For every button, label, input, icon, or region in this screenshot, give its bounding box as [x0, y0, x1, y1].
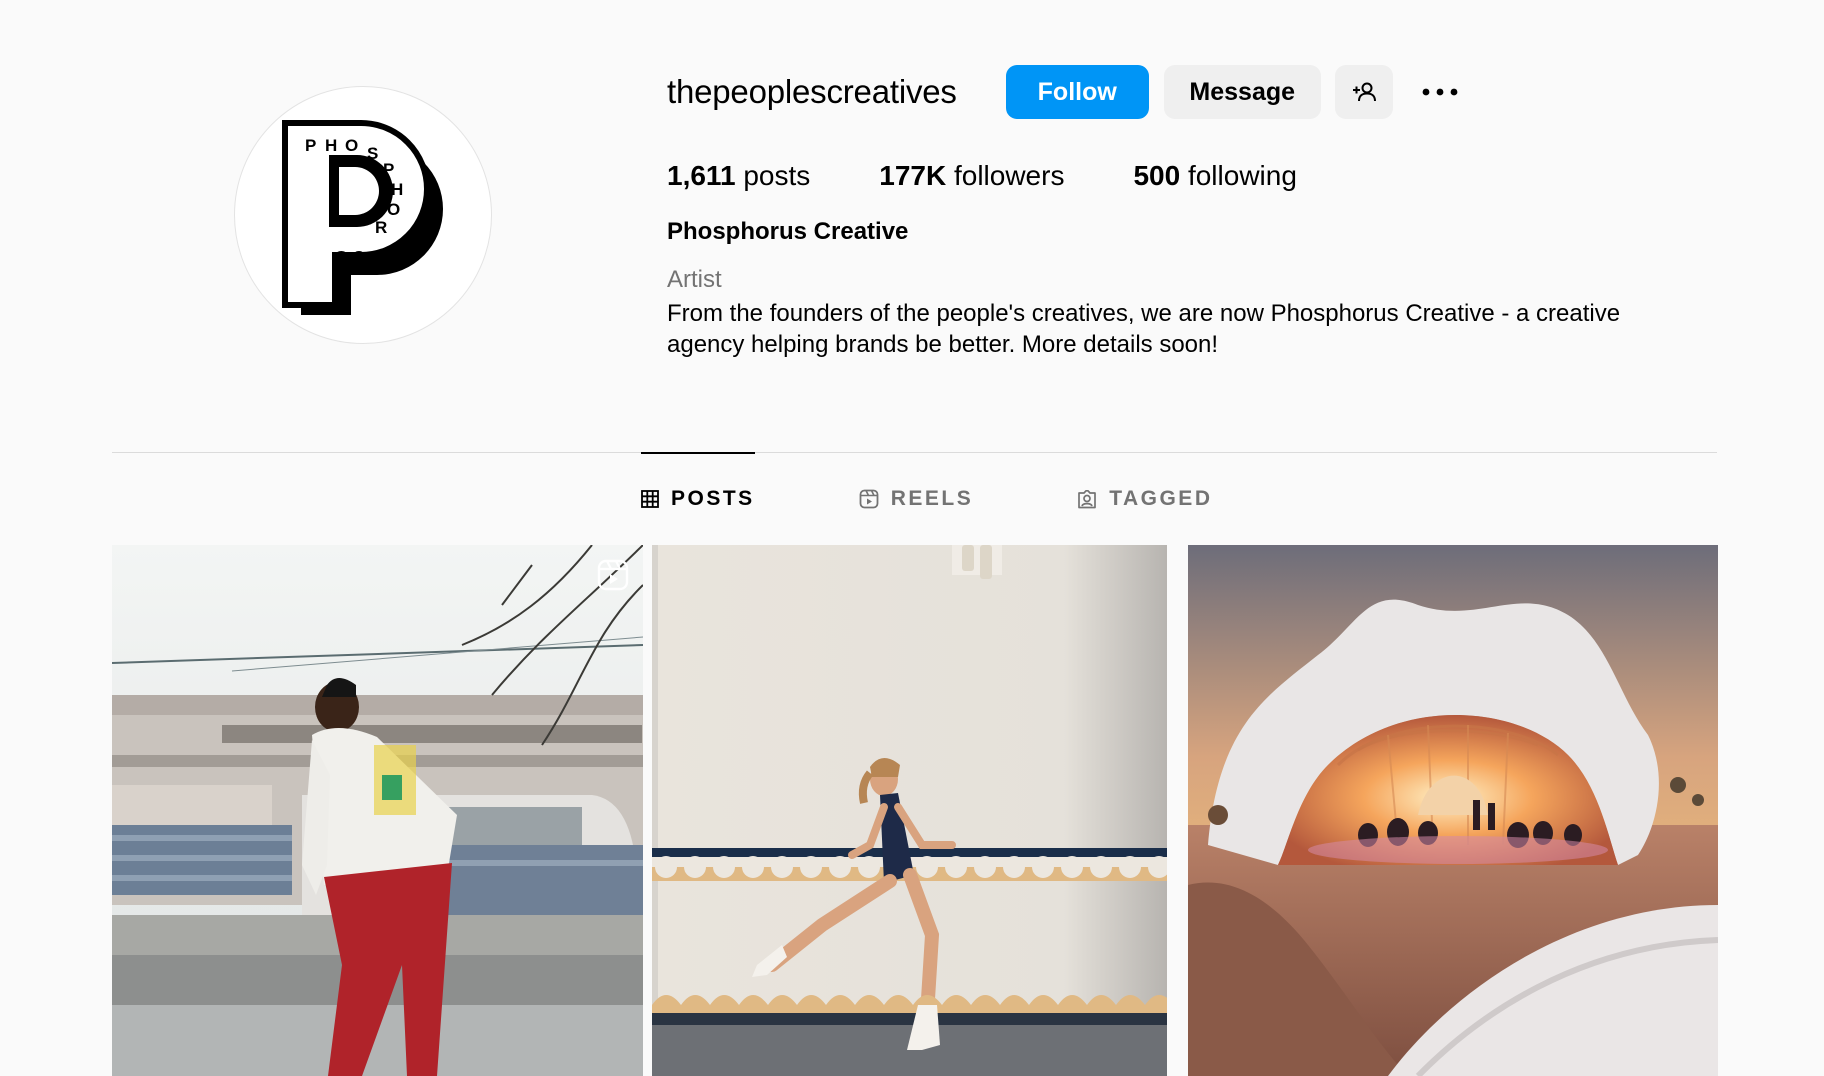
- followers-count: 177K: [879, 160, 947, 191]
- follow-button[interactable]: Follow: [1005, 65, 1149, 119]
- reel-badge-icon: [597, 559, 629, 591]
- more-horizontal-icon: [1422, 88, 1458, 96]
- profile-stats: 1,611 posts 177K followers 500 following: [667, 156, 1727, 196]
- tab-tagged[interactable]: TAGGED: [1077, 453, 1212, 545]
- tagged-icon: [1078, 489, 1097, 509]
- profile-category: Artist: [667, 266, 722, 293]
- full-name: Phosphorus Creative: [667, 218, 909, 245]
- tab-posts-label: POSTS: [671, 487, 755, 510]
- person-plus-icon: [1352, 82, 1376, 102]
- grid-icon: [641, 490, 659, 508]
- followers-stat[interactable]: 177K followers: [879, 160, 1064, 192]
- post-image-woman-running: [652, 545, 1167, 1076]
- post-image-man-walking: [112, 545, 643, 1076]
- followers-label: followers: [953, 160, 1065, 191]
- profile-actions-row: thepeoplescreatives Follow Message: [667, 64, 1727, 120]
- profile-page: PHO SP H OR US thepeoplescreatives Follow…: [0, 0, 1824, 1076]
- reels-icon: [859, 489, 879, 509]
- following-label: following: [1187, 160, 1297, 191]
- tab-reels-label: REELS: [890, 487, 974, 510]
- posts-label: posts: [743, 160, 811, 191]
- username: thepeoplescreatives: [667, 73, 957, 110]
- tab-reels[interactable]: REELS: [859, 453, 974, 545]
- post-thumbnail[interactable]: [112, 545, 643, 1076]
- tab-tagged-label: TAGGED: [1109, 487, 1213, 510]
- post-thumbnail[interactable]: [652, 545, 1167, 1076]
- following-count: 500: [1133, 160, 1181, 191]
- following-stat[interactable]: 500 following: [1133, 160, 1296, 192]
- posts-stat: 1,611 posts: [667, 160, 810, 192]
- profile-tabs: POSTS REELS TAGGED: [641, 452, 1316, 545]
- more-options-button[interactable]: [1417, 77, 1463, 107]
- posts-count: 1,611: [667, 160, 736, 191]
- profile-info: thepeoplescreatives Follow Message 1,611…: [667, 64, 1727, 360]
- post-thumbnail[interactable]: [1188, 545, 1718, 1076]
- message-button[interactable]: Message: [1163, 65, 1321, 119]
- suggest-user-button[interactable]: [1334, 65, 1393, 119]
- post-image-desert-pavilion: [1188, 545, 1718, 1076]
- phosphorus-logo: PHO SP H OR US: [282, 120, 443, 315]
- tab-posts[interactable]: POSTS: [641, 452, 755, 545]
- profile-avatar[interactable]: PHO SP H OR US: [234, 86, 492, 344]
- profile-bio: From the founders of the people's creati…: [667, 300, 1621, 358]
